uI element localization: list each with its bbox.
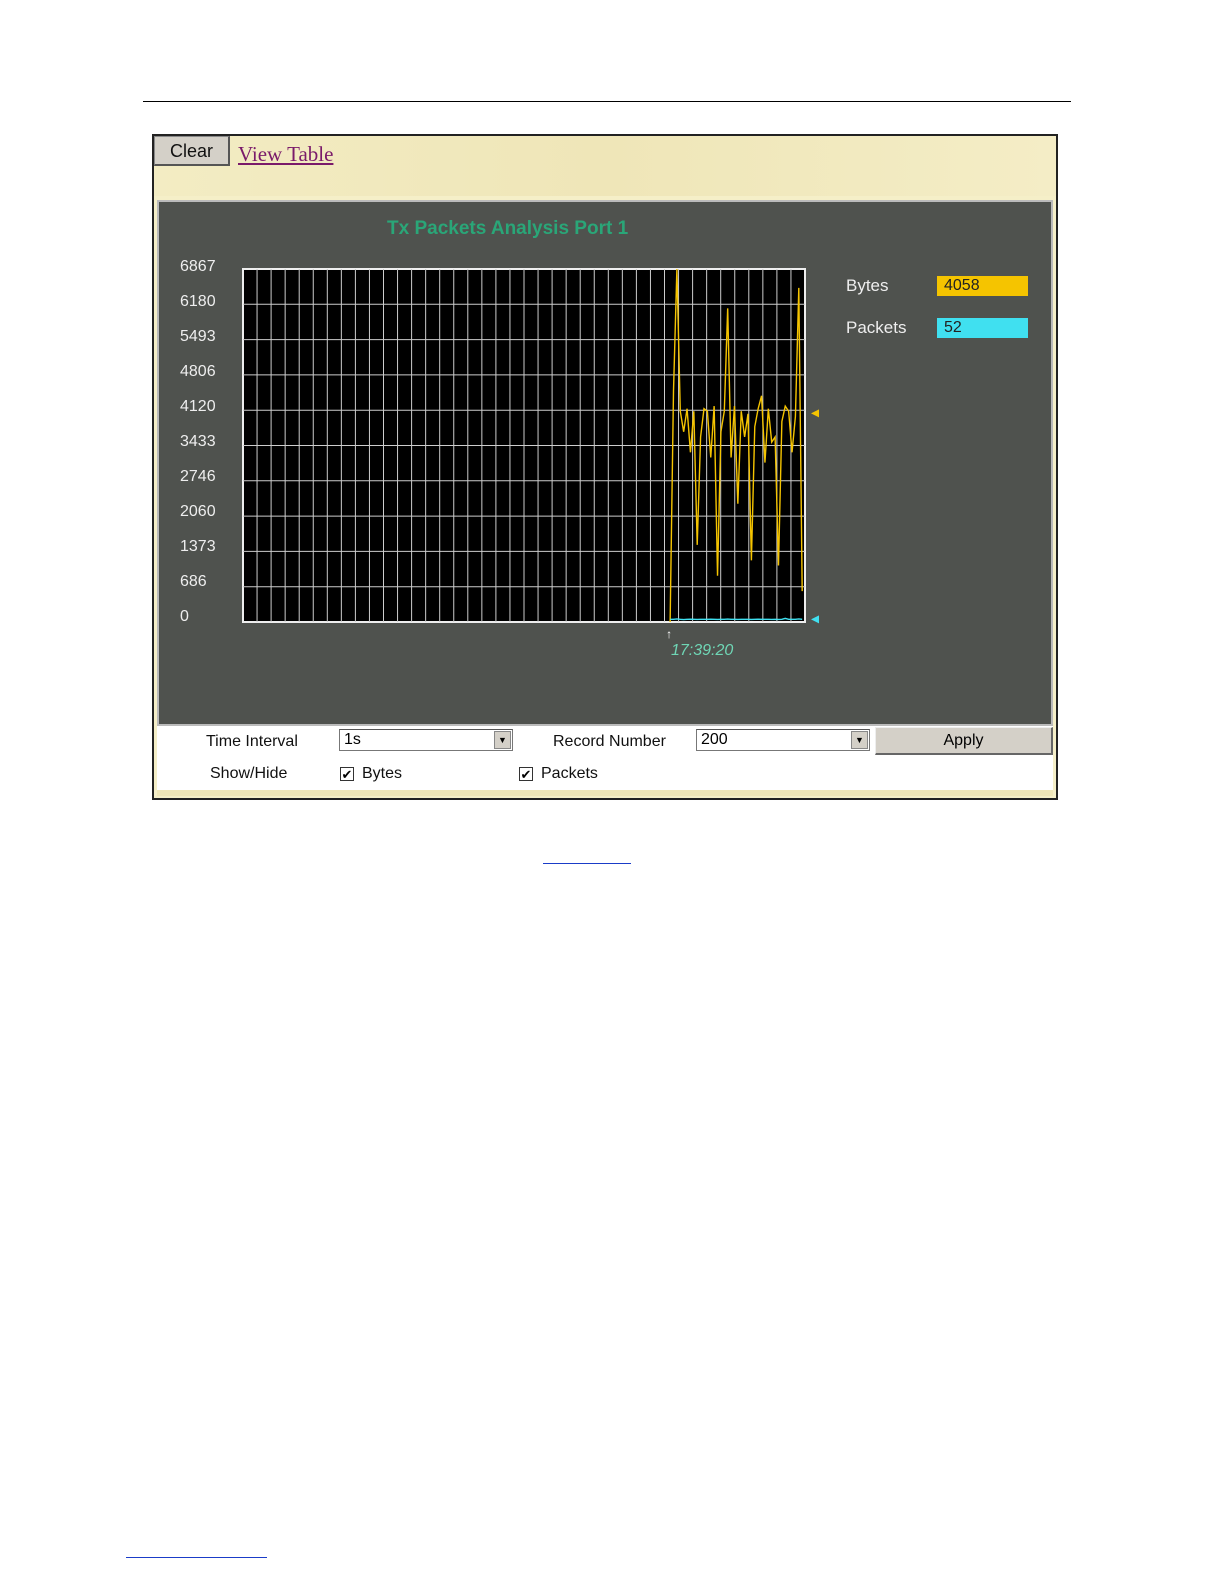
start-time-label: 17:39:20 bbox=[671, 642, 734, 659]
apply-button[interactable]: Apply bbox=[875, 727, 1053, 755]
show-hide-label: Show/Hide bbox=[210, 765, 288, 782]
current-value-marker-bytes bbox=[811, 409, 819, 418]
legend-packets-value: 52 bbox=[937, 318, 1028, 338]
legend-packets-label: Packets bbox=[846, 318, 907, 337]
packets-checkbox-label: Packets bbox=[541, 765, 598, 782]
controls-panel: Time Interval 1s ▼ Record Number 200 ▼ A… bbox=[157, 726, 1053, 796]
legend-bytes-label: Bytes bbox=[846, 276, 889, 295]
legend-bytes-value: 4058 bbox=[937, 276, 1028, 296]
bytes-checkbox-label: Bytes bbox=[362, 765, 403, 782]
packets-checkbox[interactable]: ✔ bbox=[519, 767, 533, 781]
time-interval-select[interactable]: 1s ▼ bbox=[339, 729, 513, 751]
start-marker-arrow-icon: ↑ bbox=[666, 627, 672, 641]
bytes-checkbox[interactable]: ✔ bbox=[340, 767, 354, 781]
record-number-label: Record Number bbox=[553, 733, 666, 750]
chart-plot: ↑ bbox=[242, 268, 819, 641]
bottom-strip bbox=[157, 790, 1053, 796]
record-number-select[interactable]: 200 ▼ bbox=[696, 729, 870, 751]
hyperlink-underline[interactable] bbox=[543, 863, 631, 864]
clear-button[interactable]: Clear bbox=[154, 136, 230, 166]
chevron-down-icon[interactable]: ▼ bbox=[494, 731, 511, 749]
port-analysis-frame: Clear View Table Tx Packets Analysis Por… bbox=[152, 134, 1058, 800]
time-interval-value: 1s bbox=[344, 731, 361, 748]
toolbar: Clear View Table bbox=[154, 136, 1056, 196]
footer-link-underline[interactable] bbox=[126, 1557, 267, 1558]
page-header-rule bbox=[143, 101, 1071, 102]
time-interval-label: Time Interval bbox=[206, 733, 298, 750]
view-table-link[interactable]: View Table bbox=[238, 142, 333, 167]
chart-panel: Tx Packets Analysis Port 1 6867 6180 5493 4… bbox=[157, 200, 1053, 726]
chevron-down-icon[interactable]: ▼ bbox=[851, 731, 868, 749]
current-value-marker-packets bbox=[811, 615, 819, 624]
record-number-value: 200 bbox=[701, 731, 728, 748]
